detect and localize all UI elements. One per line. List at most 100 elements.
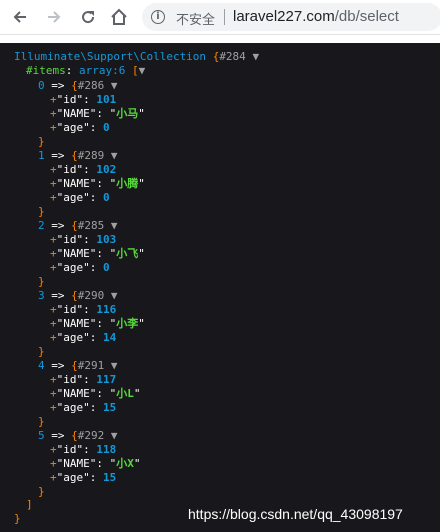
back-arrow-icon bbox=[13, 11, 26, 23]
item-age: 0 bbox=[103, 261, 110, 274]
toggle-arrow-icon[interactable]: ▼ bbox=[139, 64, 146, 77]
item-id: 118 bbox=[96, 443, 117, 456]
back-button[interactable] bbox=[10, 7, 30, 27]
dump-header[interactable]: Illuminate\Support\Collection {#284 ▼ bbox=[14, 50, 259, 64]
var-dump-panel: Illuminate\Support\Collection {#284 ▼ #i… bbox=[0, 43, 440, 532]
prop-id-label: id bbox=[63, 373, 77, 386]
security-label[interactable]: 不安全 bbox=[176, 9, 215, 28]
prop-name-label: NAME bbox=[63, 387, 90, 400]
separator bbox=[224, 9, 225, 25]
item-object-id: #286 bbox=[77, 79, 105, 92]
toggle-arrow-icon[interactable]: ▼ bbox=[111, 219, 118, 232]
item-name: 小腾 bbox=[116, 177, 139, 190]
info-icon[interactable]: i bbox=[151, 10, 165, 24]
prop-id-label: id bbox=[63, 93, 77, 106]
item-close: } bbox=[38, 415, 45, 428]
item-prop-name: +"NAME": "小L" bbox=[50, 387, 141, 400]
item-header[interactable]: 1 => {#289 ▼ bbox=[38, 149, 118, 163]
item-close: } bbox=[38, 275, 45, 288]
toggle-arrow-icon[interactable]: ▼ bbox=[111, 149, 118, 162]
toggle-arrow-icon[interactable]: ▼ bbox=[252, 50, 259, 63]
item-header[interactable]: 4 => {#291 ▼ bbox=[38, 359, 118, 373]
prop-age-label: age bbox=[63, 401, 84, 414]
item-index: 4 bbox=[38, 359, 45, 372]
url-host: laravel227.com bbox=[233, 8, 335, 25]
item-header[interactable]: 3 => {#290 ▼ bbox=[38, 289, 118, 303]
item-prop-name: +"NAME": "小马" bbox=[50, 107, 145, 120]
item-prop-age: +"age": 0 bbox=[50, 121, 110, 134]
browser-toolbar: i 不安全 laravel227.com/db/select bbox=[0, 0, 440, 35]
items-close: ] bbox=[26, 498, 33, 511]
item-close: } bbox=[38, 205, 45, 218]
item-index: 2 bbox=[38, 219, 45, 232]
item-prop-id: +"id": 118 bbox=[50, 443, 117, 456]
address-bar[interactable]: i 不安全 laravel227.com/db/select bbox=[142, 3, 440, 31]
item-object-id: #289 bbox=[77, 149, 105, 162]
item-index: 3 bbox=[38, 289, 45, 302]
items-type: array:6 bbox=[79, 64, 126, 77]
item-id: 101 bbox=[96, 93, 117, 106]
item-prop-id: +"id": 116 bbox=[50, 303, 117, 316]
prop-id-label: id bbox=[63, 303, 77, 316]
prop-id-label: id bbox=[63, 443, 77, 456]
prop-name-label: NAME bbox=[63, 317, 90, 330]
object-id: #284 bbox=[219, 50, 246, 63]
toggle-arrow-icon[interactable]: ▼ bbox=[111, 359, 118, 372]
item-age: 15 bbox=[103, 401, 117, 414]
item-index: 1 bbox=[38, 149, 45, 162]
prop-name-label: NAME bbox=[63, 247, 90, 260]
url-text[interactable]: laravel227.com/db/select bbox=[233, 8, 399, 25]
item-object-id: #290 bbox=[77, 289, 105, 302]
reload-icon bbox=[82, 11, 95, 24]
item-id: 102 bbox=[96, 163, 117, 176]
item-prop-id: +"id": 103 bbox=[50, 233, 117, 246]
item-prop-age: +"age": 15 bbox=[50, 471, 117, 484]
item-header[interactable]: 0 => {#286 ▼ bbox=[38, 79, 118, 93]
prop-id-label: id bbox=[63, 163, 77, 176]
item-close: } bbox=[38, 485, 45, 498]
item-name: 小马 bbox=[116, 107, 139, 120]
prop-name-label: NAME bbox=[63, 177, 90, 190]
item-close: } bbox=[38, 135, 45, 148]
item-prop-name: +"NAME": "小李" bbox=[50, 317, 145, 330]
toggle-arrow-icon[interactable]: ▼ bbox=[111, 429, 118, 442]
item-prop-id: +"id": 117 bbox=[50, 373, 117, 386]
item-id: 103 bbox=[96, 233, 117, 246]
item-age: 14 bbox=[103, 331, 117, 344]
items-key: #items bbox=[26, 64, 66, 77]
item-prop-id: +"id": 101 bbox=[50, 93, 117, 106]
forward-arrow-icon bbox=[48, 11, 61, 23]
item-id: 116 bbox=[96, 303, 117, 316]
item-prop-age: +"age": 14 bbox=[50, 331, 117, 344]
item-name: 小L bbox=[116, 387, 134, 400]
item-header[interactable]: 5 => {#292 ▼ bbox=[38, 429, 118, 443]
prop-age-label: age bbox=[63, 121, 84, 134]
item-name: 小飞 bbox=[116, 247, 139, 260]
items-header[interactable]: #items: array:6 [▼ bbox=[26, 64, 145, 78]
item-object-id: #285 bbox=[77, 219, 105, 232]
url-path: /db/select bbox=[334, 8, 399, 25]
reload-button[interactable] bbox=[78, 7, 98, 27]
item-prop-name: +"NAME": "小X" bbox=[50, 457, 141, 470]
prop-name-label: NAME bbox=[63, 457, 90, 470]
toggle-arrow-icon[interactable]: ▼ bbox=[111, 79, 118, 92]
home-button[interactable] bbox=[109, 7, 129, 27]
watermark: https://blog.csdn.net/qq_43098197 bbox=[188, 506, 403, 522]
item-prop-age: +"age": 15 bbox=[50, 401, 117, 414]
home-icon bbox=[111, 8, 127, 25]
prop-age-label: age bbox=[63, 331, 84, 344]
item-age: 15 bbox=[103, 471, 117, 484]
item-object-id: #292 bbox=[77, 429, 105, 442]
toggle-arrow-icon[interactable]: ▼ bbox=[111, 289, 118, 302]
item-id: 117 bbox=[96, 373, 117, 386]
item-name: 小李 bbox=[116, 317, 139, 330]
prop-age-label: age bbox=[63, 471, 84, 484]
prop-name-label: NAME bbox=[63, 107, 90, 120]
item-age: 0 bbox=[103, 121, 110, 134]
item-prop-name: +"NAME": "小腾" bbox=[50, 177, 145, 190]
prop-id-label: id bbox=[63, 233, 77, 246]
item-prop-name: +"NAME": "小飞" bbox=[50, 247, 145, 260]
dump-close: } bbox=[14, 512, 21, 525]
forward-button[interactable] bbox=[44, 7, 64, 27]
item-header[interactable]: 2 => {#285 ▼ bbox=[38, 219, 118, 233]
